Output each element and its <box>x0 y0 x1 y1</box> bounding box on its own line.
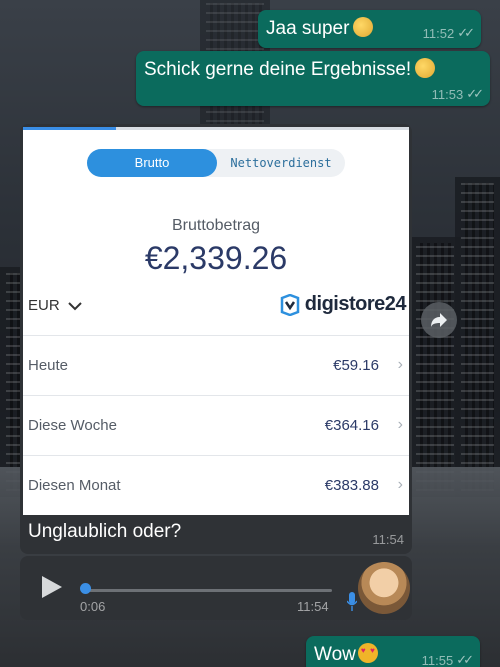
earnings-row: Diese Woche €364.16 › <box>23 395 409 455</box>
voice-duration: 0:06 <box>80 599 106 614</box>
load-progress-bar <box>23 127 409 130</box>
microphone-icon <box>347 592 357 611</box>
double-check-icon: ✓✓ <box>456 652 474 667</box>
message-text: Wow <box>314 643 378 666</box>
row-value: €59.16 <box>333 357 379 374</box>
chevron-right-icon: › <box>397 476 403 493</box>
digistore-logo-icon <box>280 293 300 316</box>
message-text-content: Wow <box>314 644 356 665</box>
row-label: Diese Woche <box>28 417 117 434</box>
message-time: 11:54 <box>297 599 329 614</box>
message-meta: 11:55 ✓✓ <box>421 652 474 667</box>
message-meta: 11:52 ✓✓ <box>422 25 475 41</box>
digistore-logo: digistore24 <box>279 293 407 316</box>
image-caption: Unglaublich oder? <box>28 521 182 542</box>
amount-label: Bruttobetrag <box>171 217 261 234</box>
voice-message[interactable]: 0:06 11:54 <box>20 556 412 620</box>
double-check-icon: ✓✓ <box>466 86 484 101</box>
shared-screenshot[interactable]: Brutto Nettoverdienst Bruttobetrag €2,33… <box>23 127 409 515</box>
incoming-image-message[interactable]: Brutto Nettoverdienst Bruttobetrag €2,33… <box>20 124 412 554</box>
message-time: 11:55 <box>421 652 454 667</box>
toggle-netto: Nettoverdienst <box>230 156 332 170</box>
logo-wordmark: digistore24 <box>304 293 407 315</box>
wallpaper-building <box>410 237 460 497</box>
message-meta: 11:53 ✓✓ <box>431 86 484 102</box>
earnings-list: Heute €59.16 › Diese Woche €364.16 › Die… <box>23 335 409 515</box>
row-label: Heute <box>28 357 69 374</box>
row-label: Diesen Monat <box>28 477 121 494</box>
double-check-icon: ✓✓ <box>457 25 475 40</box>
message-text: Schick gerne deine Ergebnisse! <box>144 58 436 81</box>
outgoing-message[interactable]: Wow 11:55 ✓✓ <box>306 636 480 667</box>
message-time: 11:52 <box>422 25 455 41</box>
gross-amount: €2,339.26 <box>144 240 288 276</box>
chevron-right-icon: › <box>397 356 403 373</box>
forward-button[interactable] <box>421 302 457 338</box>
message-time: 11:54 <box>372 532 404 547</box>
earnings-row: Diesen Monat €383.88 › <box>23 455 409 515</box>
earnings-toggle: Brutto Nettoverdienst <box>87 149 345 177</box>
share-arrow-icon <box>431 313 447 327</box>
load-progress-fill <box>23 127 116 130</box>
heart-eyes-icon <box>357 643 378 663</box>
chevron-right-icon: › <box>397 416 403 433</box>
row-value: €383.88 <box>324 477 379 494</box>
voice-progress-track[interactable] <box>82 589 332 592</box>
currency-label: EUR <box>28 297 60 314</box>
message-text: Jaa super <box>266 17 374 40</box>
voice-progress-handle[interactable] <box>80 583 91 594</box>
toggle-brutto: Brutto <box>87 149 217 177</box>
wallpaper-building <box>455 177 500 497</box>
thumbs-up-icon <box>353 17 374 37</box>
message-time: 11:53 <box>431 86 464 102</box>
earnings-row: Heute €59.16 › <box>23 335 409 395</box>
avatar[interactable] <box>358 562 410 614</box>
chevron-down-icon <box>67 301 82 310</box>
row-value: €364.16 <box>324 417 379 434</box>
message-text-content: Schick gerne deine Ergebnisse! <box>144 59 412 80</box>
outgoing-message[interactable]: Jaa super 11:52 ✓✓ <box>258 10 481 48</box>
currency-selector: EUR <box>28 297 82 314</box>
ok-hand-icon <box>415 58 436 78</box>
play-icon[interactable] <box>42 576 62 598</box>
message-text-content: Jaa super <box>266 18 350 39</box>
outgoing-message[interactable]: Schick gerne deine Ergebnisse! 11:53 ✓✓ <box>136 51 490 106</box>
